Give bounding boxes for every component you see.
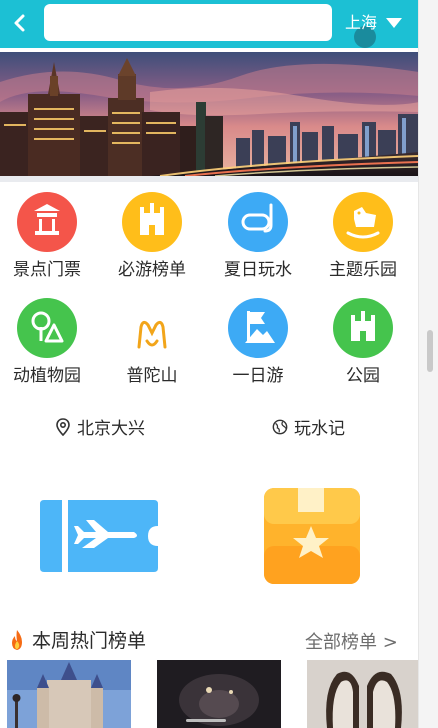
category-label: 公园 — [346, 366, 380, 386]
category-label: 普陀山 — [126, 366, 178, 386]
category-tickets[interactable]: 景点门票 — [0, 191, 97, 281]
globe-icon — [272, 419, 288, 434]
category-label: 动植物园 — [13, 366, 81, 386]
category-label: 景点门票 — [13, 260, 81, 280]
category-label: 主题乐园 — [329, 260, 397, 280]
hot-list-thumbnail-castle[interactable] — [7, 660, 131, 728]
quick-link-label: 北京大兴 — [77, 419, 145, 439]
pavilion-icon — [16, 191, 78, 253]
category-label: 必游榜单 — [118, 260, 186, 280]
category-day-trip[interactable]: 一日游 — [208, 297, 308, 387]
caret-down-icon[interactable] — [386, 18, 402, 28]
flag-mountain-icon — [227, 297, 289, 359]
feature-card-favorites[interactable] — [262, 486, 384, 586]
rocking-horse-icon — [332, 191, 394, 253]
sculpture-photo — [307, 660, 418, 728]
category-zoo-garden[interactable]: 动植物园 — [0, 297, 97, 387]
category-label: 一日游 — [232, 366, 284, 386]
diving-mask-icon — [227, 191, 289, 253]
category-putuo-mountain[interactable]: 普陀山 — [102, 297, 202, 387]
star-box-icon — [264, 488, 360, 584]
hot-list-thumbnail-sculpture[interactable] — [307, 660, 418, 728]
hot-list-heading: 本周热门榜单 — [8, 626, 146, 653]
fire-icon — [12, 629, 22, 650]
view-all-rankings-link[interactable]: 全部榜单 > — [305, 628, 398, 654]
back-button[interactable] — [8, 10, 32, 36]
flight-ticket-icon — [40, 500, 158, 572]
hero-banner[interactable] — [0, 52, 418, 176]
section-divider — [0, 176, 418, 182]
scrollbar[interactable] — [419, 0, 438, 728]
category-label: 夏日玩水 — [224, 260, 292, 280]
hot-list-title: 本周热门榜单 — [32, 630, 147, 652]
castle-icon — [121, 191, 183, 253]
location-pin-icon — [56, 417, 70, 436]
home-indicator — [186, 719, 226, 722]
quick-link-beijing-daxing[interactable]: 北京大兴 — [55, 414, 145, 439]
category-water-fun[interactable]: 夏日玩水 — [208, 191, 308, 281]
bund-night-photo — [0, 52, 418, 176]
quick-link-water-diary[interactable]: 玩水记 — [272, 414, 345, 439]
top-header: 上海 — [0, 0, 418, 48]
tree-icon — [16, 297, 78, 359]
park-castle-icon — [332, 297, 394, 359]
hot-list-thumbnail-night[interactable] — [157, 660, 281, 728]
category-park[interactable]: 公园 — [313, 297, 413, 387]
night-scene-photo — [157, 660, 281, 728]
mountain-logo-icon — [121, 297, 183, 359]
scrollbar-thumb[interactable] — [427, 330, 433, 372]
chevron-left-icon — [14, 14, 25, 32]
castle-photo — [7, 660, 131, 728]
city-selector[interactable]: 上海 — [345, 12, 377, 34]
feature-card-flight[interactable] — [38, 486, 160, 586]
category-theme-park[interactable]: 主题乐园 — [313, 191, 413, 281]
search-input[interactable] — [44, 4, 332, 41]
category-must-visit[interactable]: 必游榜单 — [102, 191, 202, 281]
app-frame: 上海 景点门票 必游榜单 夏日玩水 主题乐园 动植物园 普陀山 一日游 公园 北… — [0, 0, 419, 728]
quick-link-label: 玩水记 — [294, 419, 345, 439]
